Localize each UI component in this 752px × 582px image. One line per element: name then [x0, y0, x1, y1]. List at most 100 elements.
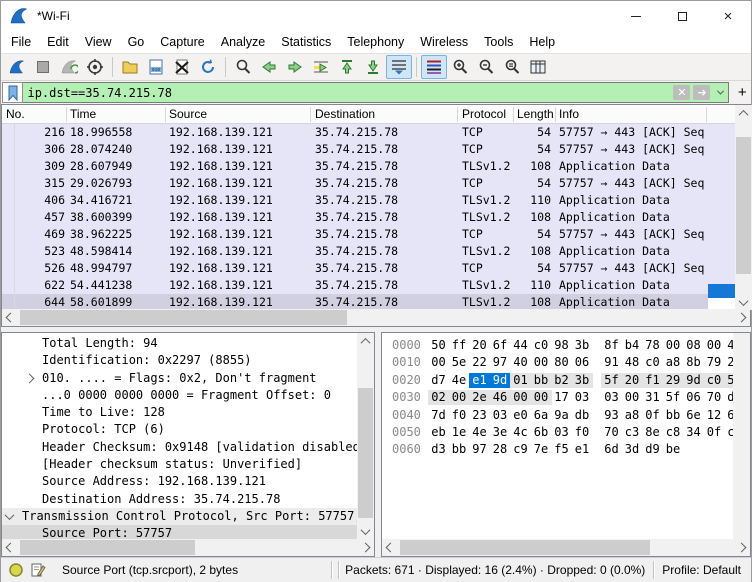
detail-line[interactable]: Destination Address: 35.74.215.78: [2, 491, 358, 508]
column-header-destination[interactable]: Destination: [315, 105, 375, 124]
hex-byte[interactable]: 31: [642, 390, 663, 405]
column-header-info[interactable]: Info: [559, 105, 579, 124]
packet-row-216[interactable]: 21618.996558192.168.139.12135.74.215.78T…: [2, 124, 708, 141]
maximize-button[interactable]: [659, 1, 705, 31]
hex-byte[interactable]: 20: [622, 373, 643, 388]
hex-byte[interactable]: 9a: [551, 408, 572, 423]
resize-columns-button[interactable]: [525, 55, 551, 79]
menu-item-capture[interactable]: Capture: [152, 32, 212, 52]
hex-byte[interactable]: 50: [428, 338, 449, 353]
hex-byte[interactable]: 80: [551, 355, 572, 370]
packet-row-526[interactable]: 52648.994797192.168.139.12135.74.215.78T…: [2, 260, 708, 277]
hex-byte[interactable]: 91: [601, 355, 622, 370]
reload-button[interactable]: [195, 55, 221, 79]
hex-byte[interactable]: 6d: [601, 442, 622, 457]
hex-byte[interactable]: a8: [622, 408, 643, 423]
hex-byte[interactable]: eb: [428, 425, 449, 440]
colorize-button[interactable]: [421, 55, 447, 79]
hex-byte[interactable]: 9d: [490, 373, 511, 388]
hex-byte[interactable]: 97: [469, 442, 490, 457]
hex-byte[interactable]: 23: [724, 355, 733, 370]
start-capture-button[interactable]: [4, 55, 30, 79]
hex-byte[interactable]: bb: [449, 442, 470, 457]
hex-byte[interactable]: db: [572, 408, 593, 423]
hex-byte[interactable]: 79: [704, 355, 725, 370]
detail-line[interactable]: ...0 0000 0000 0000 = Fragment Offset: 0: [2, 387, 358, 404]
zoom-reset-button[interactable]: [499, 55, 525, 79]
packet-row-622[interactable]: 62254.441238192.168.139.12135.74.215.78T…: [2, 277, 708, 294]
hex-byte[interactable]: 48: [622, 355, 643, 370]
menu-item-edit[interactable]: Edit: [39, 32, 77, 52]
hex-byte[interactable]: 00: [622, 390, 643, 405]
detail-line[interactable]: Identification: 0x2297 (8855): [2, 352, 358, 369]
hex-byte[interactable]: 2e: [469, 390, 490, 405]
hex-byte[interactable]: c3: [622, 425, 643, 440]
packet-minimap[interactable]: [708, 124, 735, 310]
hex-byte[interactable]: 00: [531, 355, 552, 370]
hex-byte[interactable]: 0f: [704, 425, 725, 440]
packet-row-306[interactable]: 30628.074240192.168.139.12135.74.215.78T…: [2, 141, 708, 158]
find-packet-button[interactable]: [230, 55, 256, 79]
packet-row-457[interactable]: 45738.600399192.168.139.12135.74.215.78T…: [2, 209, 708, 226]
hex-byte[interactable]: c0: [704, 373, 725, 388]
hex-byte[interactable]: 5f: [663, 390, 684, 405]
hex-byte[interactable]: 3b: [572, 373, 593, 388]
hex-byte[interactable]: 06: [683, 390, 704, 405]
zoom-in-button[interactable]: [447, 55, 473, 79]
detail-line[interactable]: Header Checksum: 0x9148 [validation disa…: [2, 439, 358, 456]
hex-byte[interactable]: 40: [510, 355, 531, 370]
hex-byte[interactable]: 01: [510, 373, 531, 388]
hex-byte[interactable]: f0: [572, 425, 593, 440]
capture-comment-button[interactable]: [30, 562, 46, 578]
detail-line[interactable]: Transmission Control Protocol, Src Port:…: [2, 508, 358, 525]
detail-line[interactable]: Total Length: 94: [2, 335, 358, 352]
hex-byte[interactable]: f1: [642, 373, 663, 388]
hex-byte[interactable]: 3d: [622, 442, 643, 457]
auto-scroll-button[interactable]: [386, 55, 412, 79]
hex-byte[interactable]: 03: [572, 390, 593, 405]
packet-list-vscroll-thumb[interactable]: [736, 137, 751, 274]
hex-byte[interactable]: 70: [704, 390, 725, 405]
filter-add-button[interactable]: +: [733, 82, 751, 103]
hex-byte[interactable]: 20: [469, 338, 490, 353]
hex-byte[interactable]: bb: [531, 373, 552, 388]
menu-item-help[interactable]: Help: [521, 32, 563, 52]
menu-item-go[interactable]: Go: [120, 32, 153, 52]
hex-byte[interactable]: e1: [469, 373, 490, 388]
hex-byte[interactable]: 70: [601, 425, 622, 440]
minimize-button[interactable]: [613, 1, 659, 31]
menu-item-statistics[interactable]: Statistics: [273, 32, 339, 52]
hex-byte[interactable]: 03: [490, 408, 511, 423]
hex-byte[interactable]: 23: [469, 408, 490, 423]
bytes-vscrollbar[interactable]: [733, 333, 750, 539]
hex-byte[interactable]: 29: [663, 373, 684, 388]
hex-byte[interactable]: 00: [704, 338, 725, 353]
hex-byte[interactable]: 00: [428, 355, 449, 370]
hex-byte[interactable]: 03: [601, 390, 622, 405]
detail-line[interactable]: [Header checksum status: Unverified]: [2, 456, 358, 473]
details-vscrollbar[interactable]: [357, 333, 374, 539]
hex-byte[interactable]: 3e: [490, 425, 511, 440]
zoom-out-button[interactable]: [473, 55, 499, 79]
go-last-button[interactable]: [360, 55, 386, 79]
status-profile[interactable]: Profile: Default: [662, 563, 741, 577]
hex-byte[interactable]: 98: [551, 338, 572, 353]
hex-byte[interactable]: d3: [428, 442, 449, 457]
column-header-time[interactable]: Time: [70, 105, 96, 124]
hex-byte[interactable]: c7: [724, 425, 733, 440]
hex-byte[interactable]: 00: [663, 338, 684, 353]
hex-byte[interactable]: e0: [510, 408, 531, 423]
detail-line[interactable]: Source Address: 192.168.139.121: [2, 473, 358, 490]
hex-byte[interactable]: 4c: [510, 425, 531, 440]
hex-byte[interactable]: 1e: [449, 425, 470, 440]
menu-item-analyze[interactable]: Analyze: [213, 32, 273, 52]
hex-byte[interactable]: 7e: [531, 442, 552, 457]
hex-byte[interactable]: a8: [663, 355, 684, 370]
menu-item-tools[interactable]: Tools: [476, 32, 521, 52]
details-vscroll-thumb[interactable]: [358, 388, 373, 518]
hex-byte[interactable]: 00: [531, 390, 552, 405]
go-to-packet-button[interactable]: [308, 55, 334, 79]
hex-byte[interactable]: 8e: [642, 425, 663, 440]
hex-byte[interactable]: 5e: [449, 355, 470, 370]
expand-icon[interactable]: [25, 373, 35, 383]
